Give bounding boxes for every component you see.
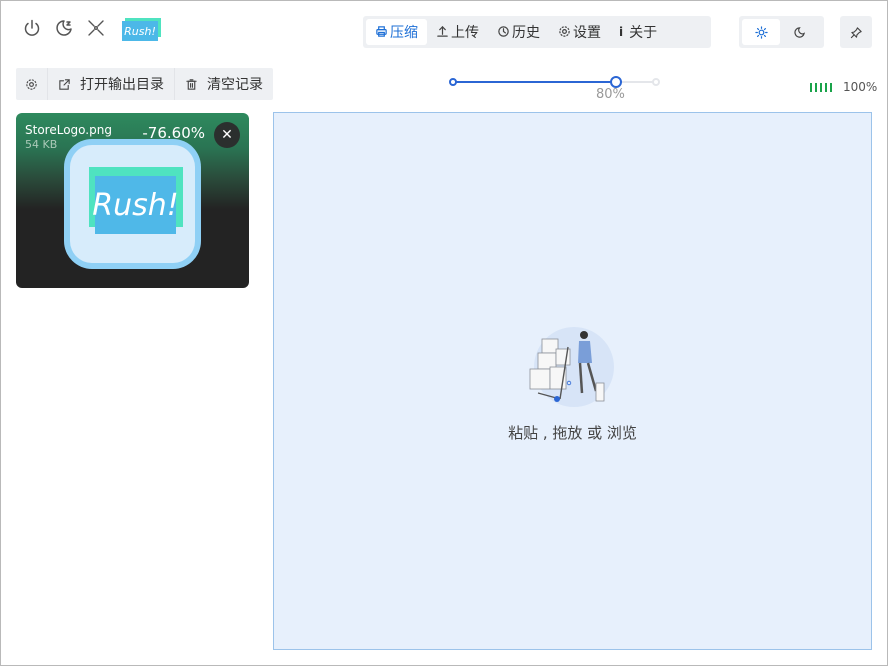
trash-icon: [186, 78, 197, 90]
drop-zone[interactable]: 粘贴 , 拖放 或 浏览: [273, 112, 872, 650]
open-output-dir-label: 打开输出目录: [80, 77, 164, 93]
power-icon[interactable]: [21, 17, 43, 39]
gear-icon: [558, 25, 571, 39]
tab-label: 上传: [451, 25, 479, 41]
tab-history[interactable]: 历史: [488, 19, 549, 45]
battery-percent: 100%: [843, 80, 878, 94]
app-logo: Rush!: [122, 18, 161, 41]
image-preview: Rush!: [64, 139, 201, 269]
upload-icon: [436, 25, 449, 39]
tab-compress[interactable]: 压缩: [366, 19, 427, 45]
tab-label: 压缩: [390, 25, 418, 41]
battery-bars: [810, 82, 835, 92]
slider-start-dot: [449, 78, 457, 86]
info-icon: i: [619, 25, 624, 39]
battery-status: 100%: [810, 80, 877, 94]
file-size: 54 KB: [25, 138, 58, 151]
tab-upload[interactable]: 上传: [427, 19, 488, 45]
delivery-illustration-icon: [529, 327, 614, 407]
action-toolbar: 打开输出目录 清空记录: [16, 68, 273, 100]
file-name: StoreLogo.png: [25, 123, 112, 137]
tab-label: 历史: [512, 25, 540, 41]
tab-label: 设置: [573, 25, 601, 41]
sun-icon: [754, 25, 768, 39]
drop-zone-hint: 粘贴 , 拖放 或 浏览: [508, 424, 637, 442]
expand-arrows-icon[interactable]: [85, 17, 107, 39]
external-link-icon: [59, 78, 70, 90]
clear-records-button[interactable]: 清空记录: [175, 68, 273, 100]
toolbar-settings-button[interactable]: [16, 68, 48, 100]
window-controls: [21, 17, 117, 39]
close-icon[interactable]: ✕: [214, 122, 240, 148]
slider-end-dot: [652, 78, 660, 86]
printer-icon: [375, 25, 388, 39]
file-result-card[interactable]: Rush! StoreLogo.png 54 KB -76.60% ✕: [16, 113, 249, 288]
gear-icon: [26, 78, 37, 90]
preview-logo-text: Rush!: [92, 187, 179, 223]
clear-records-label: 清空记录: [207, 77, 263, 93]
slider-fill: [452, 81, 616, 83]
tab-label: 关于: [629, 25, 658, 41]
history-icon: [497, 25, 510, 39]
tab-settings[interactable]: 设置: [549, 19, 610, 45]
light-theme-button[interactable]: [742, 19, 780, 45]
dark-theme-button[interactable]: [780, 19, 818, 45]
tab-about[interactable]: i 关于: [610, 19, 666, 45]
pin-icon: [850, 26, 862, 38]
logo-text: Rush!: [124, 24, 156, 38]
quality-slider[interactable]: [449, 76, 660, 88]
pin-button[interactable]: [840, 16, 872, 48]
open-output-dir-button[interactable]: 打开输出目录: [48, 68, 175, 100]
theme-toggle: [739, 16, 824, 48]
quality-value: 80%: [596, 87, 625, 102]
sleep-moon-icon[interactable]: [53, 17, 75, 39]
moon-icon: [793, 26, 805, 38]
main-tabs: 压缩 上传 历史 设置 i 关于: [363, 16, 711, 48]
compression-ratio: -76.60%: [142, 124, 205, 142]
